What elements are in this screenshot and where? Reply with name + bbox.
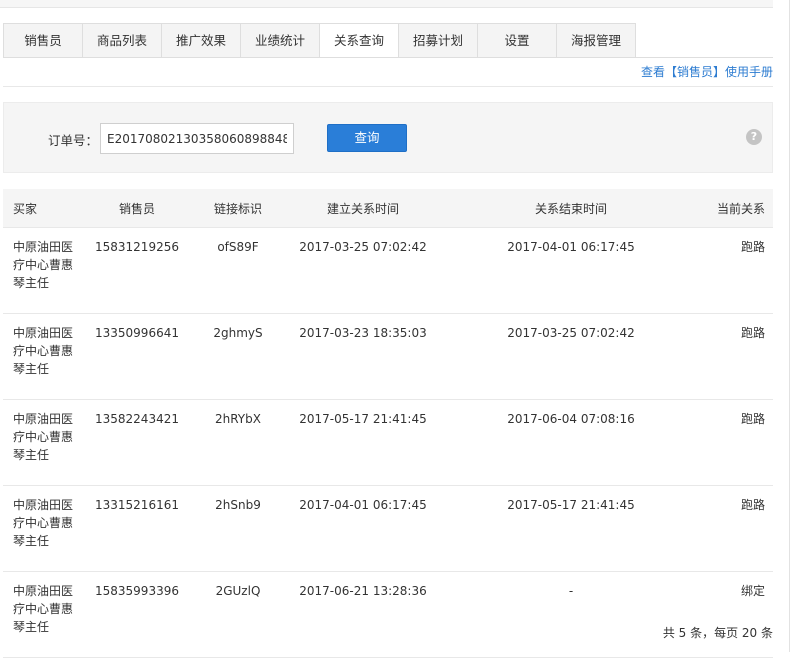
cell-buyer: 中原油田医疗中心曹惠琴主任: [3, 485, 77, 572]
tab-product-list[interactable]: 商品列表: [82, 23, 162, 58]
tab-recruit-plan[interactable]: 招募计划: [398, 23, 478, 58]
cell-end-time: 2017-04-01 06:17:45: [447, 227, 695, 314]
tab-label: 关系查询: [333, 33, 384, 48]
order-number-input[interactable]: [100, 123, 294, 154]
right-border: [789, 0, 790, 652]
tab-settings[interactable]: 设置: [477, 23, 557, 58]
tab-label: 招募计划: [412, 33, 463, 48]
relation-table: 买家 销售员 链接标识 建立关系时间 关系结束时间 当前关系 中原油田医疗中心曹…: [3, 189, 773, 658]
tab-label: 海报管理: [570, 33, 621, 48]
table-row: 中原油田医疗中心曹惠琴主任 13350996641 2ghmyS 2017-03…: [3, 313, 773, 400]
table-row: 中原油田医疗中心曹惠琴主任 13315216161 2hSnb9 2017-04…: [3, 485, 773, 572]
cell-buyer: 中原油田医疗中心曹惠琴主任: [3, 313, 77, 400]
table-header-row: 买家 销售员 链接标识 建立关系时间 关系结束时间 当前关系: [3, 189, 773, 228]
tab-performance-stats[interactable]: 业绩统计: [240, 23, 320, 58]
cell-relation: 跑路: [695, 227, 773, 314]
tab-label: 商品列表: [96, 33, 147, 48]
col-header-relation: 当前关系: [695, 189, 773, 228]
cell-salesperson: 13350996641: [77, 313, 197, 400]
cell-link-id: ofS89F: [197, 227, 279, 314]
cell-salesperson: 15835993396: [77, 571, 197, 658]
cell-relation: 跑路: [695, 313, 773, 400]
tab-promotion-effect[interactable]: 推广效果: [161, 23, 241, 58]
section-divider: [3, 86, 773, 87]
tab-label: 设置: [504, 33, 530, 48]
cell-salesperson: 15831219256: [77, 227, 197, 314]
cell-buyer: 中原油田医疗中心曹惠琴主任: [3, 399, 77, 486]
cell-start-time: 2017-06-21 13:28:36: [279, 571, 447, 658]
tab-label: 推广效果: [175, 33, 226, 48]
col-header-start-time: 建立关系时间: [279, 189, 447, 228]
table-row: 中原油田医疗中心曹惠琴主任 15831219256 ofS89F 2017-03…: [3, 227, 773, 314]
help-icon[interactable]: ?: [746, 129, 762, 145]
cell-buyer: 中原油田医疗中心曹惠琴主任: [3, 227, 77, 314]
col-header-salesperson: 销售员: [77, 189, 197, 228]
cell-start-time: 2017-03-23 18:35:03: [279, 313, 447, 400]
cell-start-time: 2017-05-17 21:41:45: [279, 399, 447, 486]
cell-end-time: -: [447, 571, 695, 658]
cell-link-id: 2ghmyS: [197, 313, 279, 400]
pagination-summary: 共 5 条，每页 20 条: [662, 626, 773, 640]
tab-baseline: [3, 57, 773, 58]
manual-link[interactable]: 查看【销售员】使用手册: [641, 63, 773, 80]
tab-label: 业绩统计: [254, 33, 305, 48]
cell-relation: 跑路: [695, 399, 773, 486]
tab-relation-query[interactable]: 关系查询: [319, 23, 399, 58]
col-header-buyer: 买家: [3, 189, 77, 228]
cell-relation: 绑定: [695, 571, 773, 658]
order-number-label: 订单号：: [48, 133, 99, 148]
cell-end-time: 2017-06-04 07:08:16: [447, 399, 695, 486]
cell-end-time: 2017-05-17 21:41:45: [447, 485, 695, 572]
cell-link-id: 2hRYbX: [197, 399, 279, 486]
col-header-end-time: 关系结束时间: [447, 189, 695, 228]
query-button[interactable]: 查询: [327, 124, 407, 152]
cell-salesperson: 13582243421: [77, 399, 197, 486]
cell-relation: 跑路: [695, 485, 773, 572]
filter-panel: 订单号： 查询 ?: [3, 102, 773, 173]
cell-start-time: 2017-04-01 06:17:45: [279, 485, 447, 572]
tab-bar: 销售员 商品列表 推广效果 业绩统计 关系查询 招募计划 设置 海报管理: [3, 23, 636, 58]
table-row: 中原油田医疗中心曹惠琴主任 15835993396 2GUzlQ 2017-06…: [3, 571, 773, 658]
table-row: 中原油田医疗中心曹惠琴主任 13582243421 2hRYbX 2017-05…: [3, 399, 773, 486]
cell-link-id: 2GUzlQ: [197, 571, 279, 658]
cell-end-time: 2017-03-25 07:02:42: [447, 313, 695, 400]
tab-salesperson[interactable]: 销售员: [3, 23, 83, 58]
top-strip: [0, 0, 773, 8]
col-header-link-id: 链接标识: [197, 189, 279, 228]
cell-buyer: 中原油田医疗中心曹惠琴主任: [3, 571, 77, 658]
cell-salesperson: 13315216161: [77, 485, 197, 572]
cell-link-id: 2hSnb9: [197, 485, 279, 572]
tab-poster-management[interactable]: 海报管理: [556, 23, 636, 58]
tab-label: 销售员: [24, 33, 62, 48]
cell-start-time: 2017-03-25 07:02:42: [279, 227, 447, 314]
